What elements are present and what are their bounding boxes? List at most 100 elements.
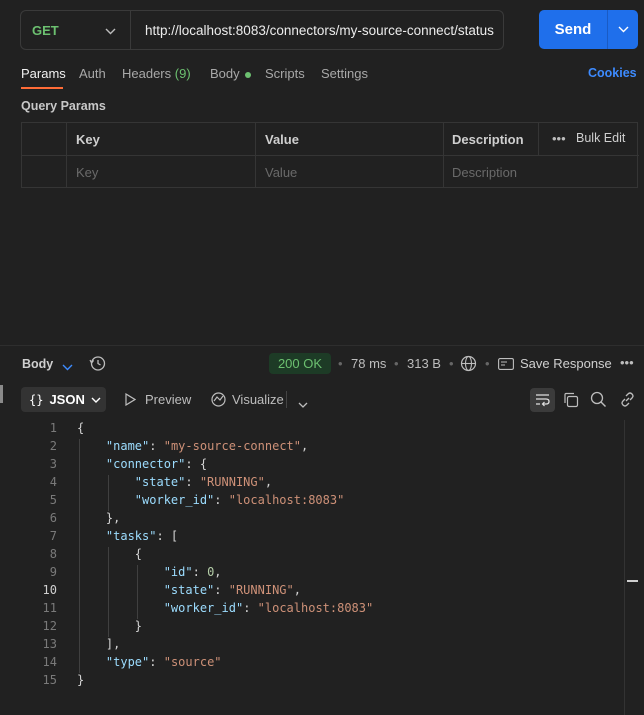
scroll-position-marker[interactable] — [627, 580, 638, 582]
left-edge-marker — [0, 385, 3, 403]
code-line: } — [77, 673, 85, 687]
cookies-link[interactable]: Cookies — [588, 66, 637, 80]
params-description-header: Description ••• Bulk Edit — [444, 123, 639, 156]
line-number: 8 — [49, 547, 57, 561]
line-number: 10 — [42, 583, 57, 597]
param-description-input[interactable]: Description — [444, 156, 639, 188]
code-line: { — [77, 547, 143, 561]
indent-guide — [79, 439, 80, 673]
param-key-input[interactable]: Key — [67, 156, 256, 188]
json-braces-icon: {} — [29, 392, 44, 407]
code-line: "state": "RUNNING", — [134, 475, 273, 489]
params-check-header — [22, 123, 67, 156]
visualize-button[interactable]: Visualize — [232, 392, 284, 407]
line-number: 1 — [49, 421, 57, 435]
pane-divider[interactable] — [0, 345, 644, 346]
key-placeholder: Key — [76, 165, 99, 180]
save-response-icon[interactable] — [498, 358, 514, 373]
chevron-down-icon[interactable] — [62, 359, 73, 374]
send-button[interactable]: Send — [539, 10, 638, 49]
line-number: 2 — [49, 439, 57, 453]
editor-scroll-track[interactable] — [624, 420, 625, 715]
line-number: 11 — [42, 601, 57, 615]
line-number: 5 — [49, 493, 57, 507]
code-line: "connector": { — [105, 457, 208, 471]
line-number: 15 — [42, 673, 57, 687]
preview-button[interactable]: Preview — [145, 392, 191, 407]
response-time: 78 ms — [351, 356, 387, 371]
value-header-label: Value — [265, 132, 299, 147]
line-number: 7 — [49, 529, 57, 543]
status-badge: 200 OK — [269, 353, 331, 374]
separator-dot: • — [485, 356, 490, 371]
params-value-header: Value — [256, 123, 444, 156]
tab-scripts[interactable]: Scripts — [265, 66, 305, 81]
line-number: 4 — [49, 475, 57, 489]
line-number: 3 — [49, 457, 57, 471]
url-bar: GET http://localhost:8083/connectors/my-… — [20, 10, 504, 50]
description-placeholder: Description — [452, 165, 518, 180]
params-check-cell[interactable] — [22, 156, 67, 188]
tab-params[interactable]: Params — [21, 66, 66, 81]
visualize-icon[interactable] — [210, 391, 227, 411]
line-number: 13 — [42, 637, 57, 651]
key-header-label: Key — [76, 132, 100, 147]
history-icon[interactable] — [89, 355, 106, 375]
body-indicator-dot — [244, 71, 251, 78]
params-key-header: Key — [67, 123, 256, 156]
line-number: 9 — [49, 565, 57, 579]
save-response-button[interactable]: Save Response — [520, 356, 612, 371]
indent-guide — [107, 547, 109, 637]
separator-dot: • — [394, 356, 399, 371]
code-line: } — [77, 619, 143, 633]
indent-guide — [136, 565, 138, 619]
query-params-title: Query Params — [21, 99, 106, 113]
wrap-lines-icon — [536, 394, 550, 407]
code-line: "state": "RUNNING", — [163, 583, 301, 597]
code-line: }, — [77, 511, 121, 525]
line-number: 6 — [49, 511, 57, 525]
code-line: "id": 0, — [163, 565, 222, 579]
chevron-down-icon[interactable] — [298, 397, 308, 412]
send-label: Send — [554, 21, 592, 38]
code-line: "worker_id": "localhost:8083" — [134, 493, 345, 507]
tab-auth[interactable]: Auth — [79, 66, 106, 81]
indent-guide — [107, 475, 109, 511]
more-options-icon[interactable]: ••• — [620, 355, 634, 370]
chevron-down-icon — [91, 392, 101, 407]
active-tab-indicator — [21, 87, 63, 89]
chevron-down-icon — [105, 23, 116, 38]
method-select[interactable]: GET — [21, 11, 131, 49]
line-number: 12 — [42, 619, 57, 633]
ellipsis-icon[interactable]: ••• — [552, 131, 566, 146]
toolbar-divider — [286, 391, 287, 408]
header-divider — [538, 123, 539, 155]
tab-headers-label: Headers — [122, 66, 172, 81]
copy-icon[interactable] — [563, 392, 579, 411]
globe-icon[interactable] — [460, 355, 477, 375]
code-line: "tasks": [ — [105, 529, 179, 543]
link-icon[interactable] — [619, 391, 636, 411]
code-line: "worker_id": "localhost:8083" — [163, 601, 374, 615]
separator-dot: • — [449, 356, 454, 371]
tab-body[interactable]: Body — [210, 66, 251, 81]
method-label: GET — [32, 22, 59, 38]
description-header-label: Description — [452, 132, 524, 147]
tab-settings[interactable]: Settings — [321, 66, 368, 81]
format-label: JSON — [49, 392, 85, 407]
tab-headers[interactable]: Headers (9) — [122, 66, 191, 81]
separator-dot: • — [338, 356, 343, 371]
response-size: 313 B — [407, 356, 441, 371]
code-line: { — [77, 421, 85, 435]
search-icon[interactable] — [590, 391, 607, 411]
response-body-label[interactable]: Body — [22, 357, 53, 371]
value-placeholder: Value — [265, 165, 298, 180]
format-select[interactable]: {} JSON — [21, 387, 106, 412]
code-line: "type": "source" — [105, 655, 222, 669]
word-wrap-button[interactable] — [530, 388, 555, 412]
param-value-input[interactable]: Value — [256, 156, 444, 188]
send-options-chevron-icon[interactable] — [608, 26, 638, 33]
url-input[interactable]: http://localhost:8083/connectors/my-sour… — [131, 23, 494, 38]
bulk-edit-button[interactable]: Bulk Edit — [576, 131, 625, 145]
play-icon[interactable] — [125, 392, 137, 409]
